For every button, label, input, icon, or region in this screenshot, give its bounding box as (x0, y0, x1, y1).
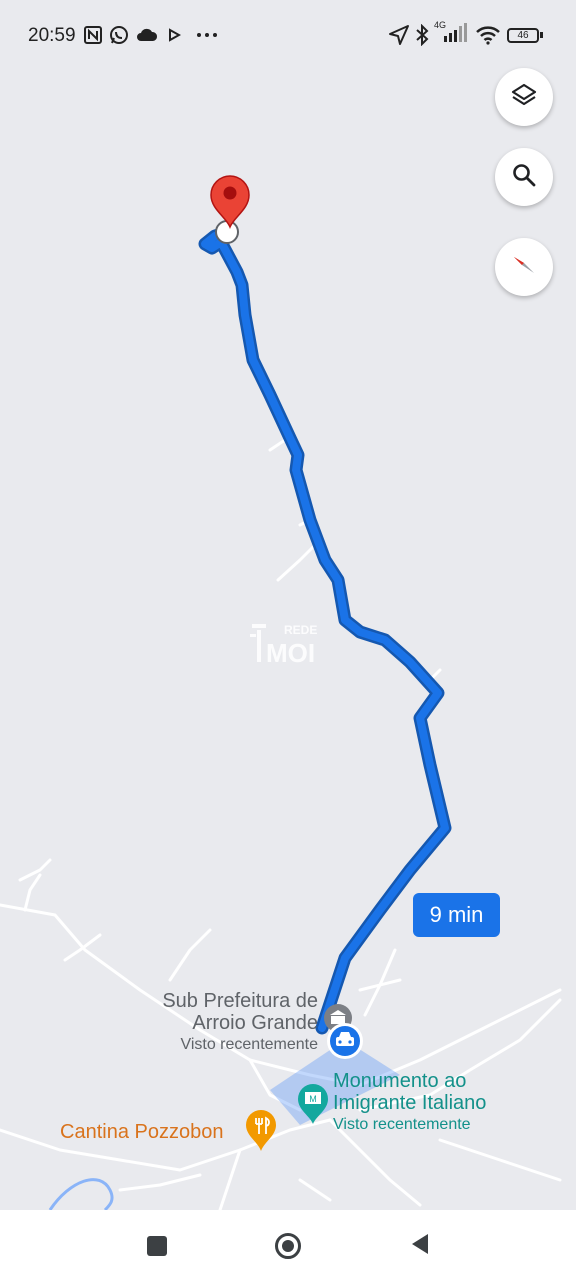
whatsapp-icon (109, 24, 129, 46)
play-icon (167, 24, 181, 46)
home-button[interactable] (270, 1228, 306, 1264)
destination-pin-icon (210, 175, 250, 230)
more-dots-icon (196, 24, 218, 46)
bluetooth-icon (415, 24, 429, 46)
compass-button[interactable] (495, 238, 553, 296)
battery-icon: 46 (507, 24, 543, 46)
route-start-dot (215, 220, 239, 244)
layers-icon (510, 81, 538, 114)
system-navigation-bar (0, 1210, 576, 1280)
watermark-line1: REDE (284, 623, 317, 637)
status-bar: 20:59 4G 46 (0, 0, 576, 70)
battery-level: 46 (517, 29, 529, 41)
map-view[interactable]: M REDE MOI 9 min Sub Prefeitura de Arroi… (0, 0, 576, 1210)
signal-icon: 4G (434, 20, 468, 44)
car-location-icon (327, 1023, 363, 1059)
wifi-icon (475, 24, 501, 46)
place-name-line: Imigrante Italiano (333, 1092, 487, 1114)
place-name-line: Arroio Grande (192, 1012, 318, 1034)
place-subtitle: Visto recentemente (333, 1116, 471, 1133)
back-triangle-icon (408, 1232, 430, 1261)
place-monumento[interactable]: Monumento ao Imigrante Italiano Visto re… (333, 1070, 486, 1134)
svg-text:M: M (309, 1094, 317, 1104)
river (48, 1178, 114, 1210)
place-subtitle: Visto recentemente (180, 1036, 318, 1053)
nfc-icon (83, 24, 103, 46)
status-time: 20:59 (28, 25, 76, 46)
search-icon (511, 162, 537, 193)
watermark-line2: MOI (266, 638, 315, 665)
back-button[interactable] (401, 1228, 437, 1264)
place-name-line: Cantina Pozzobon (60, 1121, 224, 1143)
location-arrow-icon (388, 24, 410, 46)
search-button[interactable] (495, 148, 553, 206)
recent-apps-button[interactable] (139, 1228, 175, 1264)
route-duration-text: 9 min (429, 902, 484, 927)
compass-icon (510, 251, 538, 284)
circle-icon (275, 1233, 301, 1259)
square-icon (147, 1236, 167, 1256)
route-duration-label[interactable]: 9 min (413, 893, 500, 937)
cloud-icon (136, 24, 158, 46)
layers-button[interactable] (495, 68, 553, 126)
place-sub-prefeitura[interactable]: Sub Prefeitura de Arroio Grande Visto re… (146, 990, 318, 1054)
place-name-line: Sub Prefeitura de (162, 990, 318, 1012)
place-name-line: Monumento ao (333, 1070, 467, 1092)
place-cantina[interactable]: Cantina Pozzobon (60, 1121, 223, 1143)
network-type: 4G (434, 20, 447, 30)
